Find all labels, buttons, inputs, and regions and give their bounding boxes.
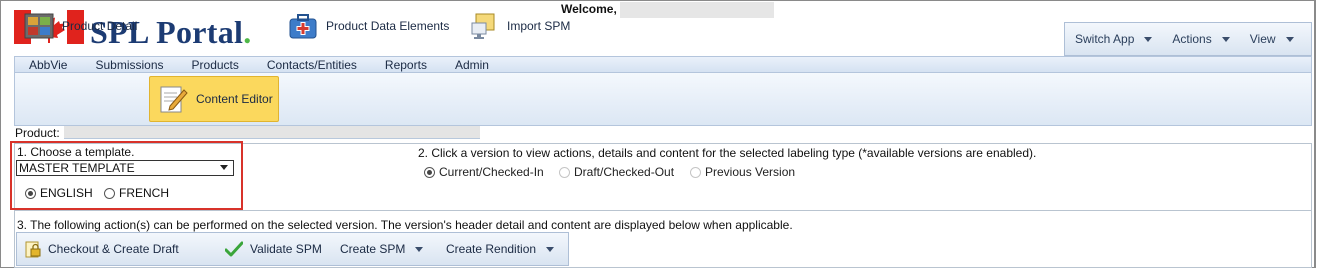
version-draft-option: Draft/Checked-Out [559,165,674,179]
product-data-elements-button[interactable]: Product Data Elements [288,3,460,49]
actions-menu[interactable]: Actions [1162,32,1239,46]
import-computer-icon [471,13,495,39]
product-data-elements-label: Product Data Elements [326,19,450,33]
language-french-option[interactable]: FRENCH [104,186,169,200]
english-label: ENGLISH [40,186,93,200]
product-value-redacted [64,126,480,139]
switch-app-menu[interactable]: Switch App [1065,32,1162,46]
checkout-create-draft-label: Checkout & Create Draft [48,242,179,256]
version-actions-toolbar: Checkout & Create Draft Validate SPM Cre… [16,232,569,266]
view-menu[interactable]: View [1240,32,1304,46]
nav-item-abbvie[interactable]: AbbVie [15,58,67,72]
checkmark-icon [225,241,243,257]
chevron-down-icon [220,165,228,170]
current-version-radio[interactable] [424,166,435,178]
username-redacted [620,2,774,18]
main-nav: AbbVie Submissions Products Contacts/Ent… [14,56,1312,73]
product-detail-button[interactable]: Product Detail [24,3,146,49]
choose-version-heading: 2. Click a version to view actions, deta… [418,146,1037,160]
actions-heading: 3. The following action(s) can be perfor… [17,218,793,232]
validate-spm-label: Validate SPM [250,242,322,256]
previous-version-radio [690,166,701,178]
content-editor-button[interactable]: Content Editor [149,76,279,122]
nav-item-products[interactable]: Products [178,58,239,72]
current-version-label: Current/Checked-In [439,165,544,179]
nav-item-reports[interactable]: Reports [371,58,427,72]
version-current-option[interactable]: Current/Checked-In [424,165,544,179]
create-rendition-label: Create Rendition [446,242,537,256]
language-english-option[interactable]: ENGLISH [25,186,93,200]
chevron-down-icon [1285,36,1294,42]
import-spm-button[interactable]: Import SPM [469,3,579,49]
choose-template-heading: 1. Choose a template. [17,145,135,159]
chevron-down-icon [1144,36,1153,42]
chevron-down-icon [1221,36,1230,42]
nav-item-contacts-entities[interactable]: Contacts/Entities [253,58,357,72]
draft-version-label: Draft/Checked-Out [574,165,675,179]
create-spm-dropdown[interactable]: Create SPM [340,233,424,265]
product-detail-label: Product Detail [62,19,138,33]
nav-item-submissions[interactable]: Submissions [81,58,163,72]
chevron-down-icon [415,246,424,252]
nav-item-admin[interactable]: Admin [441,58,489,72]
english-radio[interactable] [25,187,36,199]
product-label: Product: [15,126,60,140]
french-label: FRENCH [119,186,169,200]
medical-kit-icon [289,14,317,39]
previous-version-label: Previous Version [705,165,796,179]
product-grid-icon [24,13,54,39]
french-radio[interactable] [104,187,115,199]
edit-document-icon [160,86,188,113]
checkout-create-draft-button[interactable]: Checkout & Create Draft [25,233,179,265]
draft-version-radio [559,166,570,178]
import-spm-label: Import SPM [507,19,571,33]
content-editor-label: Content Editor [196,92,273,106]
top-menu: Switch App Actions View [1064,22,1312,56]
validate-spm-button[interactable]: Validate SPM [225,233,322,265]
create-rendition-dropdown[interactable]: Create Rendition [446,233,555,265]
version-previous-option: Previous Version [690,165,795,179]
create-spm-label: Create SPM [340,242,406,256]
template-select[interactable]: MASTER TEMPLATE [16,160,234,176]
lock-document-icon [25,241,41,258]
chevron-down-icon [546,246,555,252]
template-select-value: MASTER TEMPLATE [19,161,135,175]
